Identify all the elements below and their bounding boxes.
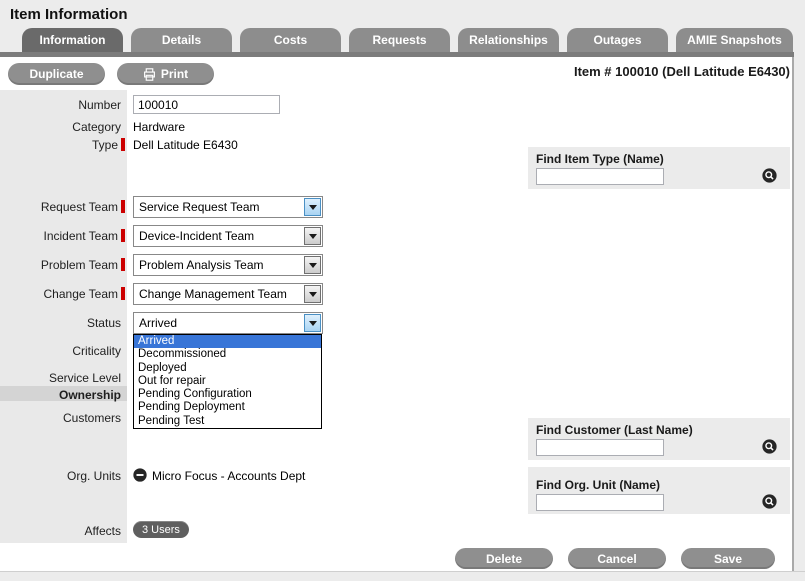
save-button-label: Save: [713, 551, 743, 566]
search-icon[interactable]: [762, 494, 777, 509]
remove-minus-icon[interactable]: [133, 468, 147, 482]
category-value: Hardware: [133, 120, 186, 134]
affects-label: Affects: [84, 524, 121, 538]
tab-costs[interactable]: Costs: [240, 28, 341, 52]
chevron-down-icon[interactable]: [304, 227, 321, 245]
status-label: Status: [86, 316, 121, 330]
problem-team-label: Problem Team: [0, 258, 127, 272]
required-marker: [121, 200, 125, 213]
page-title: Item Information: [10, 6, 128, 23]
save-button[interactable]: Save: [681, 548, 775, 569]
print-button-label: Print: [160, 67, 189, 81]
org-units-label: Org. Units: [66, 469, 121, 483]
find-item-type-panel: Find Item Type (Name): [528, 147, 790, 189]
tab-details[interactable]: Details: [131, 28, 232, 52]
request-team-label: Request Team: [0, 200, 127, 214]
status-option[interactable]: Deployed: [134, 362, 321, 375]
cancel-button-label: Cancel: [597, 551, 637, 566]
tab-amie-snapshots[interactable]: AMIE Snapshots: [676, 28, 793, 52]
find-customer-label: Find Customer (Last Name): [536, 423, 693, 437]
chevron-down-icon[interactable]: [304, 198, 321, 216]
status-option[interactable]: Pending Test: [134, 415, 321, 428]
printer-icon: [143, 67, 156, 81]
chevron-down-icon[interactable]: [304, 285, 321, 303]
type-value: Dell Latitude E6430: [133, 138, 238, 152]
find-org-unit-input[interactable]: [536, 494, 664, 511]
status-option[interactable]: Arrived: [134, 335, 321, 349]
problem-team-value: Problem Analysis Team: [139, 258, 264, 272]
required-marker: [121, 287, 125, 300]
criticality-label: Criticality: [72, 344, 121, 358]
problem-team-select[interactable]: Problem Analysis Team: [133, 254, 323, 276]
search-icon[interactable]: [762, 168, 777, 183]
change-team-label: Change Team: [0, 287, 127, 301]
status-select[interactable]: Arrived: [133, 312, 323, 334]
content-right-border: [792, 57, 794, 571]
duplicate-button-label: Duplicate: [29, 67, 84, 81]
incident-team-value: Device-Incident Team: [139, 229, 255, 243]
find-item-type-input[interactable]: [536, 168, 664, 185]
tab-information[interactable]: Information: [22, 28, 123, 52]
tab-requests[interactable]: Requests: [349, 28, 450, 52]
status-option[interactable]: Decommissioned: [134, 348, 321, 361]
required-marker: [121, 229, 125, 242]
search-icon[interactable]: [762, 439, 777, 454]
change-team-select[interactable]: Change Management Team: [133, 283, 323, 305]
cancel-button[interactable]: Cancel: [568, 548, 666, 569]
number-label: Number: [78, 98, 121, 112]
incident-team-label: Incident Team: [0, 229, 127, 243]
type-label: Type: [0, 138, 127, 152]
category-label: Category: [72, 120, 121, 134]
org-units-value: Micro Focus - Accounts Dept: [152, 469, 306, 483]
status-option[interactable]: Out for repair: [134, 375, 321, 388]
incident-team-select[interactable]: Device-Incident Team: [133, 225, 323, 247]
status-dropdown-list: Arrived Decommissioned Deployed Out for …: [133, 334, 322, 430]
number-input[interactable]: [133, 95, 280, 114]
service-level-label: Service Level: [48, 371, 121, 385]
find-customer-input[interactable]: [536, 439, 664, 456]
required-marker: [121, 258, 125, 271]
delete-button[interactable]: Delete: [455, 548, 553, 569]
chevron-down-icon[interactable]: [304, 256, 321, 274]
status-option[interactable]: Pending Configuration: [134, 388, 321, 401]
required-marker: [121, 138, 125, 151]
duplicate-button[interactable]: Duplicate: [8, 63, 105, 85]
tab-relationships[interactable]: Relationships: [458, 28, 559, 52]
ownership-section-header: Ownership: [58, 388, 121, 402]
chevron-down-icon[interactable]: [304, 314, 321, 332]
find-customer-panel: Find Customer (Last Name): [528, 418, 790, 460]
item-reference-title: Item # 100010 (Dell Latitude E6430): [573, 64, 790, 79]
find-item-type-label: Find Item Type (Name): [536, 152, 664, 166]
status-option[interactable]: Pending Deployment: [134, 401, 321, 414]
find-org-unit-label: Find Org. Unit (Name): [536, 478, 660, 492]
find-org-unit-panel: Find Org. Unit (Name): [528, 467, 790, 514]
item-information-screen: Item Information Information Details Cos…: [0, 0, 805, 581]
tab-outages[interactable]: Outages: [567, 28, 668, 52]
request-team-select[interactable]: Service Request Team: [133, 196, 323, 218]
print-button[interactable]: Print: [117, 63, 214, 85]
change-team-value: Change Management Team: [139, 287, 287, 301]
affects-users-badge[interactable]: 3 Users: [133, 521, 189, 538]
status-value: Arrived: [139, 316, 178, 330]
customers-label: Customers: [62, 411, 121, 425]
request-team-value: Service Request Team: [139, 200, 260, 214]
delete-button-label: Delete: [485, 551, 523, 566]
bottom-page-strip: [0, 571, 805, 581]
tab-strip: Information Details Costs Requests Relat…: [22, 28, 793, 52]
